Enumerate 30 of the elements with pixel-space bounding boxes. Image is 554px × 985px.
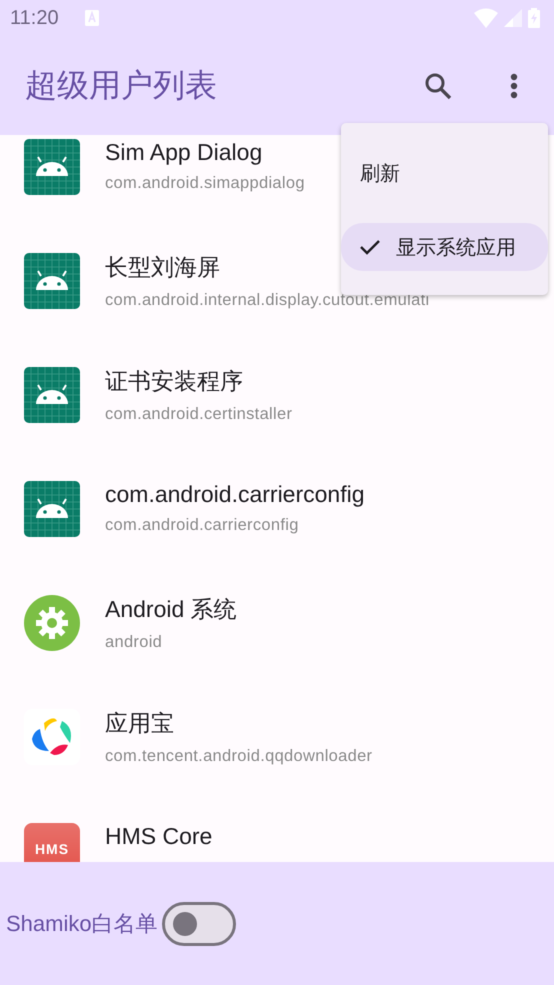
package-name: com.android.simappdialog bbox=[105, 174, 305, 193]
android-icon bbox=[24, 253, 80, 309]
hms-logo-icon: HMS bbox=[24, 823, 80, 862]
android-icon bbox=[24, 139, 80, 195]
battery-icon bbox=[528, 8, 540, 28]
app-name[interactable]: Android 系统 bbox=[105, 594, 237, 625]
app-title: 超级用户列表 bbox=[25, 66, 217, 104]
whitelist-label: Shamiko白名单 bbox=[6, 910, 158, 938]
android-icon bbox=[24, 481, 80, 537]
android-icon bbox=[24, 367, 80, 423]
package-name: com.android.internal.display.cutout.emulati bbox=[105, 291, 430, 310]
package-name: com.android.carrierconfig bbox=[105, 516, 300, 535]
gear-icon bbox=[24, 595, 80, 651]
app-name[interactable]: 应用宝 bbox=[105, 708, 372, 739]
app-name[interactable]: HMS Core bbox=[105, 823, 212, 850]
whitelist-switch[interactable] bbox=[162, 902, 236, 946]
more-options-icon[interactable] bbox=[510, 72, 518, 98]
keyboard-notification-icon bbox=[84, 10, 99, 26]
package-name: com.tencent.android.qqdownloader bbox=[105, 747, 372, 766]
menu-item[interactable]: 显示系统应用 bbox=[341, 223, 548, 271]
package-name: com.android.certinstaller bbox=[105, 405, 292, 424]
package-name: android bbox=[105, 633, 164, 652]
app-name[interactable]: Sim App Dialog bbox=[105, 139, 305, 166]
menu-item[interactable]: 刷新 bbox=[341, 149, 548, 197]
status-time: 11:20 bbox=[10, 6, 59, 30]
signal-icon bbox=[504, 9, 522, 27]
wifi-icon bbox=[474, 8, 498, 28]
app-name[interactable]: com.android.carrierconfig bbox=[105, 481, 365, 508]
search-icon[interactable] bbox=[424, 72, 452, 100]
app-name[interactable]: 证书安装程序 bbox=[105, 366, 292, 397]
